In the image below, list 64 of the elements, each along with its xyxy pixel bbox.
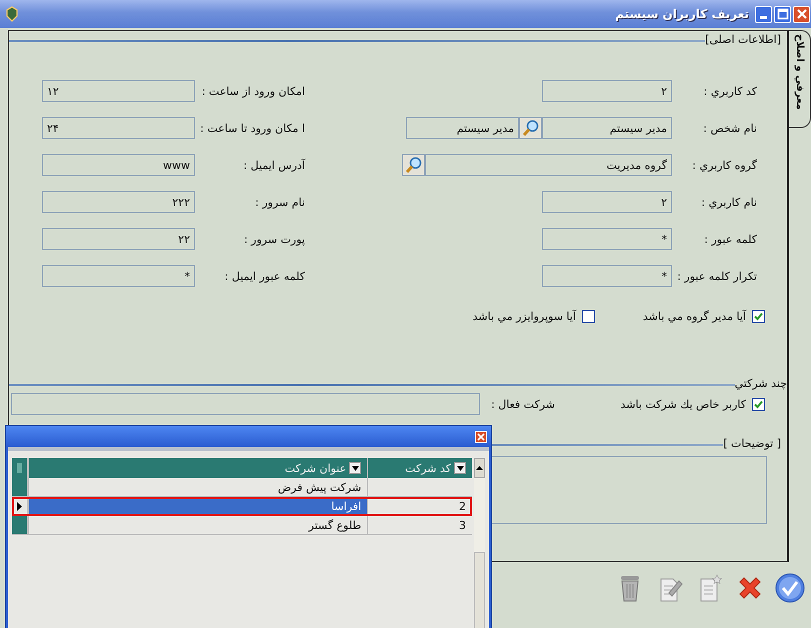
close-icon: [477, 432, 485, 440]
field-label: نام كاربري :: [701, 196, 757, 208]
scrollbar-thumb[interactable]: [474, 552, 485, 628]
field-label: كلمه عبور ايميل :: [224, 270, 305, 282]
text-field[interactable]: [11, 393, 480, 415]
text-field[interactable]: ۲۲۲: [42, 191, 195, 213]
minimize-button[interactable]: [755, 6, 772, 22]
column-chooser-icon[interactable]: [17, 463, 22, 473]
section-title: [ توضيحات ]: [723, 437, 781, 450]
field-label: پورت سرور :: [244, 232, 305, 246]
text-field[interactable]: ۲۴: [42, 117, 195, 139]
field-label: ا مكان ورود تا ساعت :: [200, 122, 305, 134]
maximize-icon: [776, 8, 788, 20]
table-cell: شركت پيش فرض: [278, 480, 362, 494]
checkbox[interactable]: [752, 310, 765, 323]
text-field[interactable]: ۲: [542, 191, 672, 213]
row-pointer-icon: [17, 502, 22, 510]
dropdown-icon[interactable]: [454, 462, 466, 474]
column-header[interactable]: كد شركت: [405, 462, 451, 474]
table-cell: 3: [459, 518, 466, 532]
table-cell: 2: [459, 500, 466, 512]
field-label: كد كاربري :: [704, 84, 757, 98]
search-button[interactable]: [519, 117, 542, 139]
checkbox-label: آيا سوپروايزر مي باشد: [472, 310, 576, 323]
field-label: امكان ورود از ساعت :: [202, 84, 305, 98]
field-label: تكرار كلمه عبور :: [677, 270, 757, 282]
table-cell: افراسا: [331, 500, 362, 512]
text-field[interactable]: ۲۲: [42, 228, 195, 250]
text-field[interactable]: *: [542, 265, 672, 287]
dropdown-icon[interactable]: [349, 462, 362, 474]
section-title: چند شركتي: [734, 377, 787, 390]
field-label: كلمه عبور :: [704, 232, 757, 246]
checkbox[interactable]: [752, 398, 765, 410]
checkbox-label: كاربر خاص يك شركت باشد: [620, 398, 746, 410]
close-button[interactable]: [793, 6, 810, 22]
close-icon: [796, 8, 808, 20]
up-arrow-icon: [476, 466, 483, 470]
field-label: نام سرور :: [255, 196, 305, 208]
section-title: [اطلاعات اصلی]: [705, 33, 781, 46]
close-button[interactable]: [475, 430, 487, 442]
column-header[interactable]: عنوان شركت: [284, 462, 346, 474]
field-label: شركت فعال :: [490, 398, 556, 410]
app-icon: [5, 6, 19, 22]
text-field[interactable]: *: [542, 228, 672, 250]
checkbox-label: آيا مدير گروه مي باشد: [642, 310, 746, 323]
table-cell: طلوع گستر: [308, 518, 362, 532]
text-field[interactable]: ۱۲: [42, 80, 195, 102]
text-field[interactable]: ۲: [542, 80, 672, 102]
field-label: آدرس ايميل :: [243, 158, 305, 172]
text-field[interactable]: www: [42, 154, 195, 176]
side-tab[interactable]: معرفي و اصلاح: [789, 30, 811, 128]
checkbox[interactable]: [582, 310, 595, 323]
text-field[interactable]: گروه مديريت: [425, 154, 672, 176]
search-button[interactable]: [402, 154, 425, 176]
maximize-button[interactable]: [774, 6, 791, 22]
window-title: تعريف كاربران سيستم: [615, 7, 750, 21]
scroll-up-button[interactable]: [474, 458, 485, 478]
confirm-button[interactable]: [773, 571, 807, 605]
text-field[interactable]: مدير سيستم: [406, 117, 519, 139]
field-label: گروه كاربري :: [692, 158, 757, 172]
text-field[interactable]: *: [42, 265, 195, 287]
text-field[interactable]: مدير سيستم: [542, 117, 672, 139]
minimize-icon: [760, 16, 767, 18]
field-label: نام شخص :: [703, 122, 757, 134]
